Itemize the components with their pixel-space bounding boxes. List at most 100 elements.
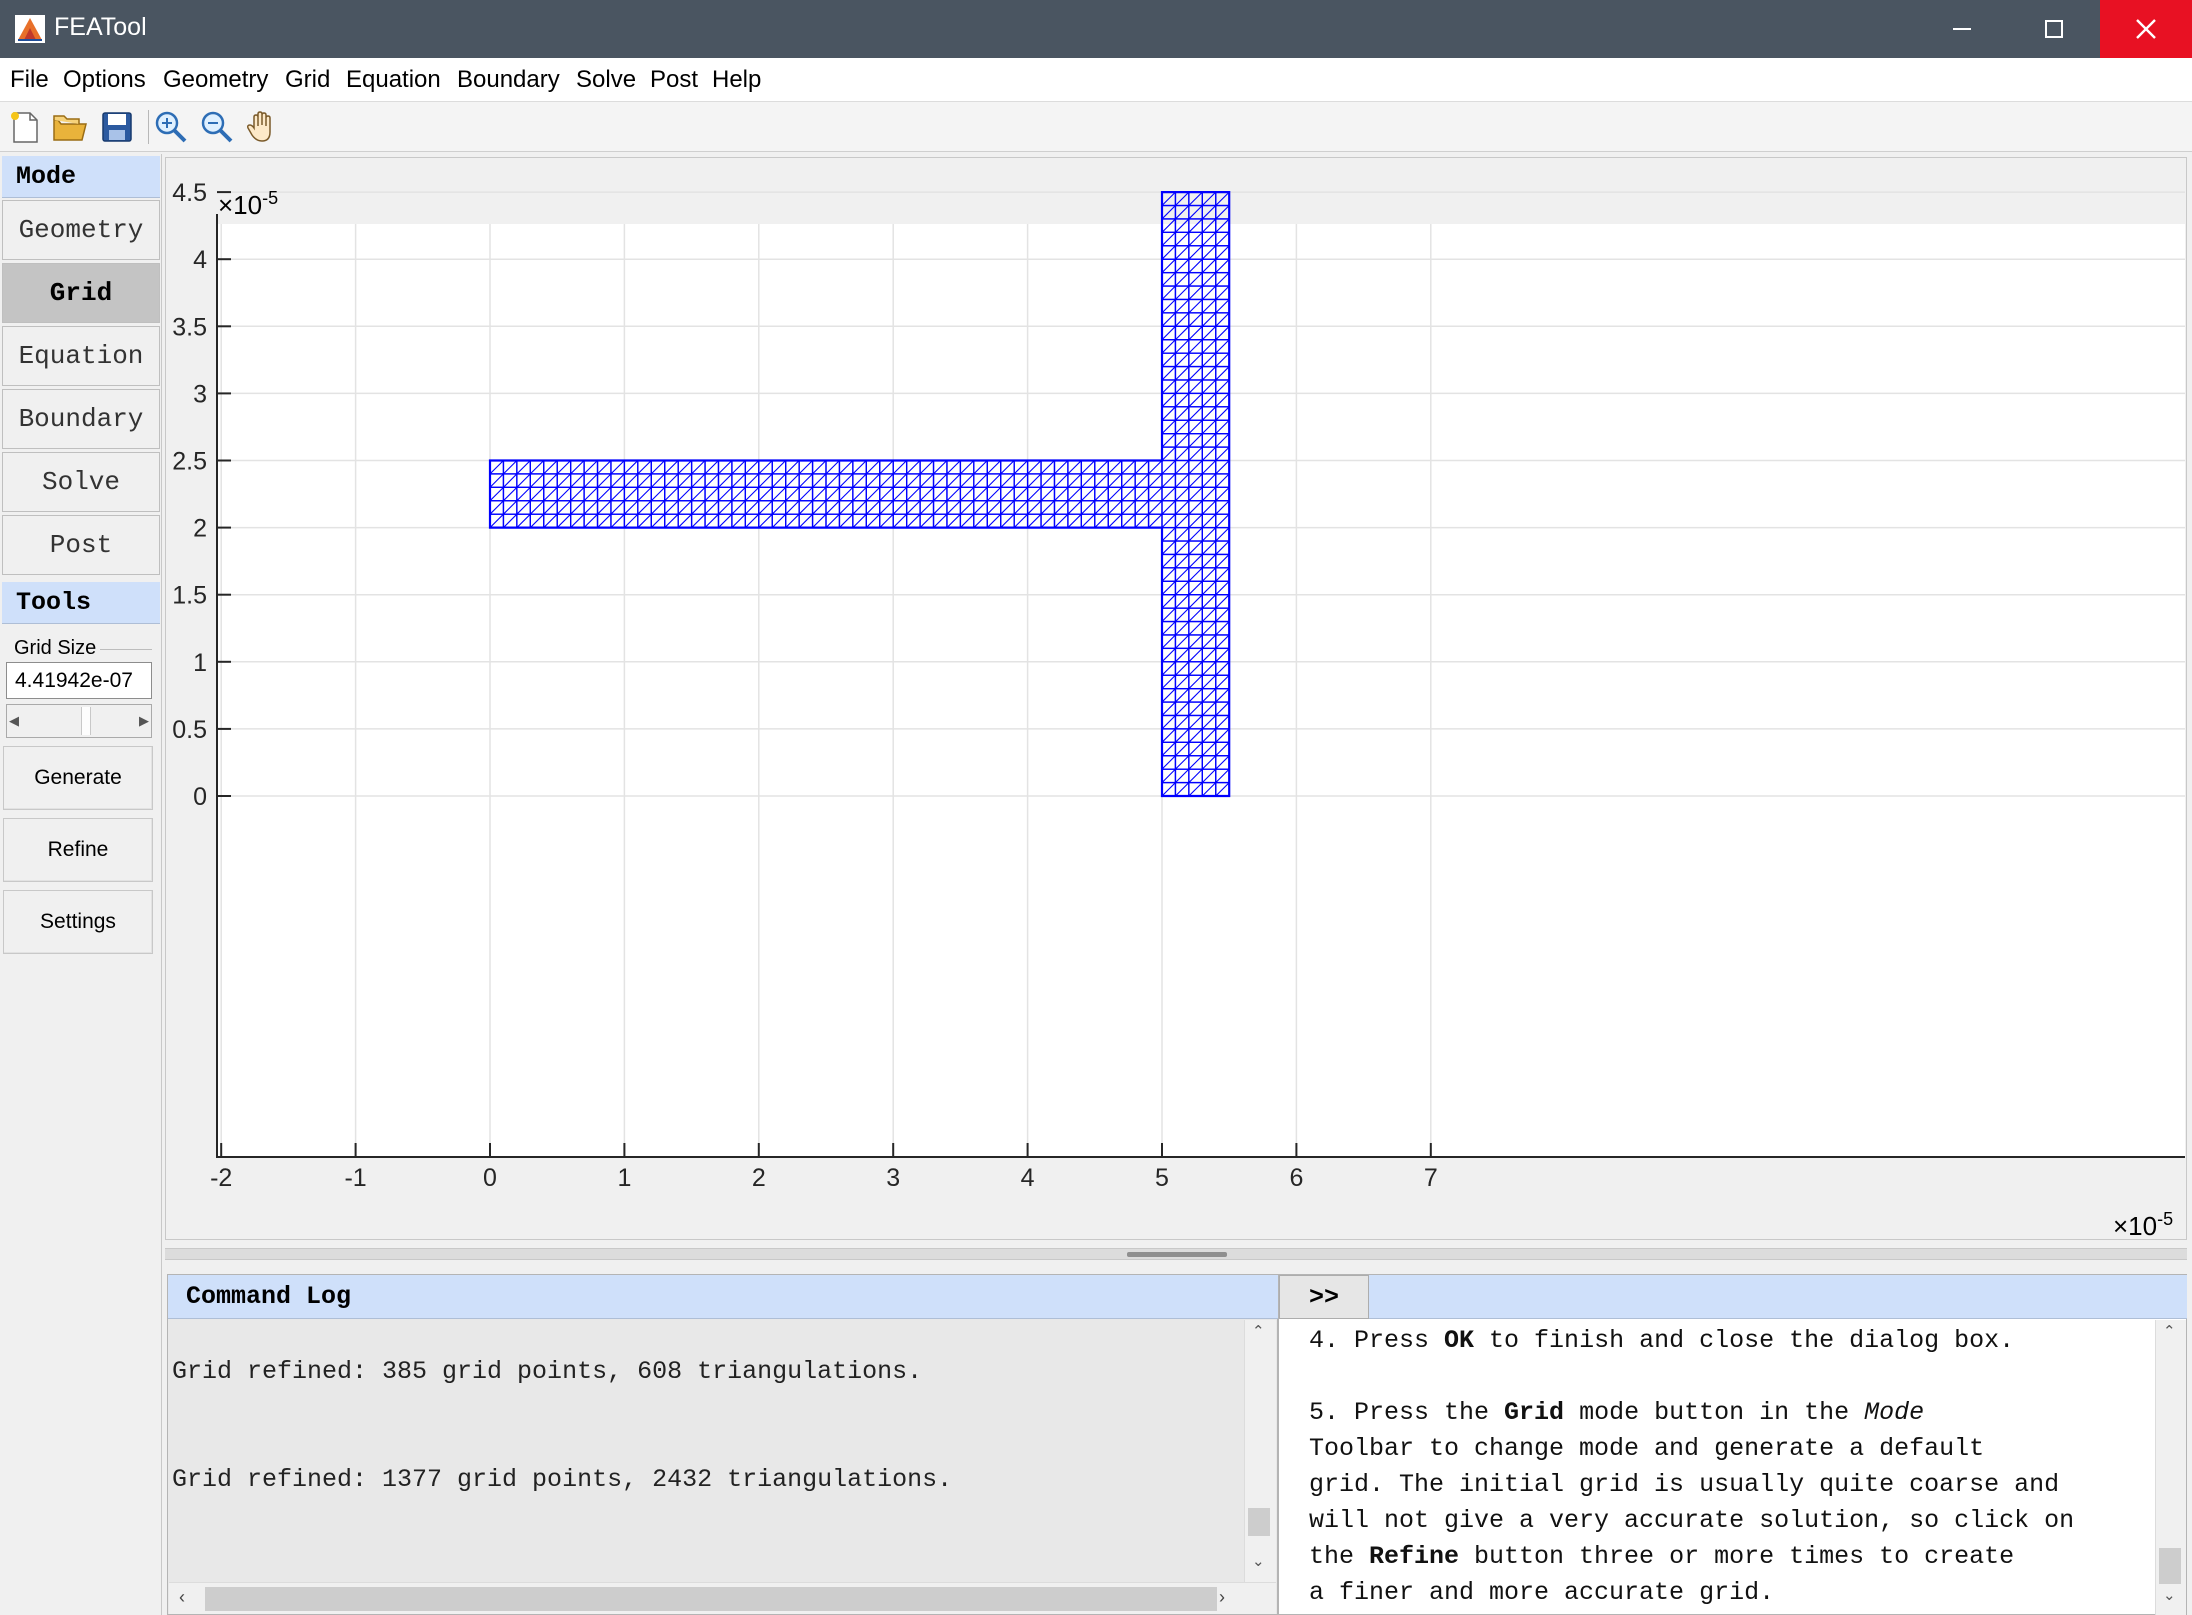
mesh-edge — [1188, 191, 1203, 206]
generate-button[interactable]: Generate — [3, 746, 153, 810]
mode-equation-button[interactable]: Equation — [2, 326, 160, 386]
help-step-4: 4. Press OK to finish and close the dial… — [1309, 1326, 2015, 1355]
scrollbar-thumb[interactable] — [2159, 1548, 2181, 1584]
command-log-horizontal-scrollbar[interactable]: ‹ › — [169, 1582, 1276, 1614]
x-tick-label: 3 — [886, 1164, 900, 1192]
refine-button[interactable]: Refine — [3, 818, 153, 882]
mode-boundary-button[interactable]: Boundary — [2, 389, 160, 449]
panel-splitter[interactable] — [165, 1248, 2187, 1260]
y-tick-label: 2.5 — [172, 448, 207, 476]
plot-panel: -2 -1 0 1 2 3 4 5 6 7 0 0.5 1 1.5 2 2.5 3 3.5 4 4.5 ×10-5 … — [165, 157, 2188, 1241]
minimize-icon — [1953, 28, 1971, 30]
pan-hand-icon[interactable] — [244, 108, 282, 146]
window-title: FEATool — [54, 13, 147, 41]
mesh-edge — [1161, 205, 1176, 220]
help-step-5-line: a finer and more accurate grid. — [1309, 1578, 1775, 1607]
zoom-out-icon[interactable] — [198, 108, 236, 146]
menu-geometry[interactable]: Geometry — [163, 66, 268, 94]
menu-options[interactable]: Options — [63, 66, 146, 94]
menu-solve[interactable]: Solve — [576, 66, 636, 94]
close-icon — [2136, 19, 2156, 39]
y-tick-label: 1.5 — [172, 582, 207, 610]
scroll-left-icon[interactable]: ‹ — [179, 1587, 185, 1608]
help-text[interactable]: 4. Press OK to finish and close the dial… — [1309, 1323, 2149, 1611]
help-header: >> — [1279, 1275, 2187, 1319]
expand-help-button[interactable]: >> — [1279, 1275, 1369, 1319]
help-step-5-line: grid. The initial grid is usually quite … — [1309, 1470, 2060, 1499]
scrollbar-thumb[interactable] — [1248, 1508, 1270, 1536]
toolbar-separator — [148, 110, 149, 144]
mesh-edge — [1188, 205, 1203, 220]
mesh-edge — [1215, 191, 1230, 206]
menu-grid[interactable]: Grid — [285, 66, 330, 94]
slider-thumb[interactable] — [81, 707, 91, 735]
scroll-right-icon[interactable]: › — [1219, 1587, 1225, 1608]
mesh-edge — [1215, 205, 1230, 220]
grid-size-label: Grid Size — [12, 637, 99, 660]
scroll-up-icon[interactable]: ⌃ — [2163, 1322, 2176, 1340]
mesh-edge — [1161, 191, 1176, 206]
x-tick-label: 1 — [617, 1164, 631, 1192]
x-tick-label: 5 — [1155, 1164, 1169, 1192]
scroll-up-icon[interactable]: ⌃ — [1252, 1322, 1265, 1340]
x-tick-label: 4 — [1021, 1164, 1035, 1192]
grid-size-slider[interactable]: ◀ ▶ — [6, 704, 152, 738]
minimize-button[interactable] — [1916, 0, 2008, 58]
splitter-grip[interactable] — [1127, 1252, 1227, 1257]
y-tick-label: 1 — [193, 649, 207, 677]
mode-header: Mode — [2, 156, 160, 198]
scroll-down-icon[interactable]: ⌄ — [1252, 1552, 1265, 1570]
help-step-5-line: Toolbar to change mode and generate a de… — [1309, 1434, 1985, 1463]
menu-boundary[interactable]: Boundary — [457, 66, 560, 94]
grid-size-input[interactable] — [6, 662, 152, 699]
slider-left-arrow-icon[interactable]: ◀ — [9, 713, 19, 729]
command-log-text[interactable]: Grid refined: 385 grid points, 608 trian… — [169, 1321, 1243, 1581]
menu-equation[interactable]: Equation — [346, 66, 441, 94]
y-tick-label: 0.5 — [172, 716, 207, 744]
mesh-edge — [1201, 191, 1217, 206]
mesh-edge — [1201, 205, 1217, 220]
menu-post[interactable]: Post — [650, 66, 698, 94]
mode-grid-button[interactable]: Grid — [2, 263, 160, 323]
title-bar: FEATool — [0, 0, 2192, 58]
new-file-icon[interactable] — [6, 108, 44, 146]
command-log-vertical-scrollbar[interactable]: ⌃ ⌄ — [1244, 1320, 1276, 1582]
x-tick-label: -1 — [344, 1164, 366, 1192]
settings-button[interactable]: Settings — [3, 890, 153, 954]
mode-solve-button[interactable]: Solve — [2, 452, 160, 512]
scroll-down-icon[interactable]: ⌄ — [2163, 1586, 2176, 1604]
mode-geometry-button[interactable]: Geometry — [2, 200, 160, 260]
help-vertical-scrollbar[interactable]: ⌃ ⌄ — [2155, 1320, 2186, 1615]
menu-bar: File Options Geometry Grid Equation Boun… — [0, 58, 2192, 102]
scrollbar-thumb[interactable] — [205, 1587, 1217, 1611]
close-button[interactable] — [2100, 0, 2192, 58]
command-log-header: Command Log — [168, 1275, 1278, 1319]
y-tick-label: 2 — [193, 515, 207, 543]
grid-size-group-border — [100, 649, 152, 650]
y-tick-label: 3.5 — [172, 313, 207, 341]
tools-header: Tools — [2, 582, 160, 624]
x-tick-label: 2 — [752, 1164, 766, 1192]
zoom-in-icon[interactable] — [152, 108, 190, 146]
save-icon[interactable] — [98, 108, 136, 146]
maximize-icon — [2045, 20, 2063, 38]
slider-right-arrow-icon[interactable]: ▶ — [139, 713, 149, 729]
menu-help[interactable]: Help — [712, 66, 761, 94]
y-tick-label: 3 — [193, 380, 207, 408]
mesh-edge — [1175, 205, 1190, 220]
x-tick-label: 0 — [483, 1164, 497, 1192]
mode-post-button[interactable]: Post — [2, 515, 160, 575]
y-tick-label: 4 — [193, 246, 207, 274]
x-axis-multiplier: ×10-5 — [2113, 1209, 2173, 1241]
help-step-5-line: 5. Press the Grid mode button in the Mod… — [1309, 1398, 1925, 1427]
log-line: Grid refined: 1377 grid points, 2432 tri… — [172, 1465, 953, 1494]
mode-panel: Mode Geometry Grid Equation Boundary Sol… — [0, 154, 162, 1615]
x-tick-label: 7 — [1424, 1164, 1438, 1192]
x-tick-label: -2 — [210, 1164, 232, 1192]
log-line: Grid refined: 385 grid points, 608 trian… — [172, 1357, 923, 1386]
help-step-5-line: the Refine button three or more times to… — [1309, 1542, 2015, 1571]
grid-plot[interactable]: -2 -1 0 1 2 3 4 5 6 7 00.511.522.533.544.5 ×10-5 … — [166, 158, 2188, 1241]
menu-file[interactable]: File — [10, 66, 49, 94]
maximize-button[interactable] — [2008, 0, 2100, 58]
open-folder-icon[interactable] — [51, 108, 89, 146]
